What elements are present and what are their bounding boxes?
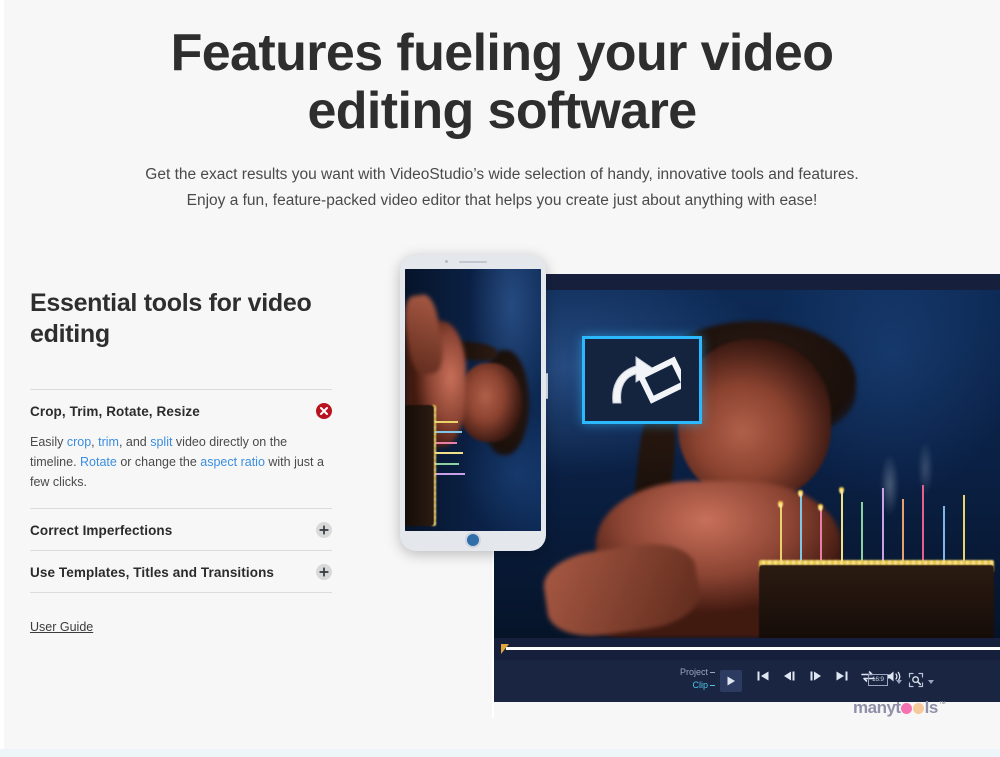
accordion-item-crop-trim-rotate-resize: Crop, Trim, Rotate, Resize Easily crop, … (30, 390, 332, 509)
hero-subtitle: Get the exact results you want with Vide… (112, 162, 892, 214)
watermark-dot-pink (901, 703, 913, 714)
page-bottom-edge (0, 749, 1000, 757)
accordion-title: Crop, Trim, Rotate, Resize (30, 403, 200, 419)
user-guide-link[interactable]: User Guide (30, 620, 93, 634)
candle (922, 484, 925, 565)
phone-candle (433, 452, 464, 455)
editor-topbar (494, 274, 1000, 290)
candle-flame (777, 498, 783, 508)
phone-subject-head (459, 363, 522, 442)
step-back-icon[interactable] (782, 670, 797, 682)
plus-circle-icon[interactable] (316, 522, 332, 538)
watermark-mid: t (895, 698, 901, 717)
phone-candle (433, 431, 463, 434)
candle (963, 495, 966, 565)
essential-tools-panel: Essential tools for video editing Crop, … (30, 288, 332, 636)
watermark-suffix: ls (924, 698, 939, 717)
phone-birthday-cake (405, 405, 434, 526)
link-aspect-ratio[interactable]: aspect ratio (200, 455, 265, 469)
skip-to-start-icon[interactable] (756, 670, 770, 682)
clip-mode-label[interactable]: Clip (680, 679, 716, 692)
hero-subtitle-line-1: Get the exact results you want with Vide… (145, 166, 859, 183)
candle (902, 498, 904, 565)
birthday-cake (759, 564, 994, 638)
accordion-item-use-templates-titles-transitions: Use Templates, Titles and Transitions (30, 551, 332, 593)
body-text-segment: , and (118, 435, 151, 449)
accordion: Crop, Trim, Rotate, Resize Easily crop, … (30, 389, 332, 593)
page-container: Features fueling your video editing soft… (4, 0, 1000, 749)
manytools-watermark: many t ls ™ (853, 698, 946, 718)
skip-to-end-icon[interactable] (835, 670, 849, 682)
timeline-scrub-bar[interactable] (506, 647, 1000, 650)
phone-rotated-clip (405, 269, 541, 531)
candle-flame (797, 488, 803, 498)
body-text-segment: or change the (116, 455, 201, 469)
aspect-ratio-badge[interactable]: 16:9 (868, 674, 888, 686)
hero-subtitle-line-2: Enjoy a fun, feature-packed video editor… (186, 192, 818, 209)
phone-candle (433, 420, 459, 423)
phone-speaker-grille (459, 261, 487, 263)
user-guide-wrapper: User Guide (30, 618, 332, 636)
accordion-header-crop-trim-rotate-resize[interactable]: Crop, Trim, Rotate, Resize (30, 390, 332, 431)
watermark-trademark: ™ (938, 701, 946, 708)
timeline-scrubber-zone[interactable] (494, 638, 1000, 660)
watermark-prefix: many (853, 698, 896, 717)
accordion-item-correct-imperfections: Correct Imperfections (30, 509, 332, 551)
preview-candle-smoke (856, 429, 969, 541)
candle (800, 495, 802, 565)
phone-screen (405, 269, 541, 531)
phone-side-button (546, 373, 548, 399)
phone-home-button[interactable] (465, 532, 481, 548)
phone-candle (433, 473, 465, 476)
phone-candle (433, 462, 460, 465)
timeline-playhead[interactable] (501, 644, 509, 654)
candle (840, 491, 843, 565)
candle (942, 505, 945, 565)
video-editor-mockup: Project Clip 16:9 (400, 250, 1000, 718)
phone-mockup (400, 255, 548, 551)
close-circle-icon[interactable] (316, 403, 332, 419)
preview-mode-toggle[interactable]: Project Clip (680, 666, 716, 692)
rotate-tool-overlay[interactable] (582, 336, 702, 424)
project-mode-label[interactable]: Project (680, 666, 716, 679)
page-title: Features fueling your video editing soft… (170, 24, 834, 140)
rotate-clip-icon (603, 351, 681, 409)
candle (881, 488, 884, 565)
accordion-header-use-templates-titles-transitions[interactable]: Use Templates, Titles and Transitions (30, 551, 332, 592)
editor-window: Project Clip 16:9 (492, 274, 1000, 718)
step-forward-icon[interactable] (808, 670, 823, 682)
candle (779, 505, 782, 565)
watermark-dot-peach (913, 703, 925, 714)
phone-camera-icon (445, 260, 449, 263)
snapshot-caret-icon[interactable] (928, 680, 934, 684)
transport-control-bar: Project Clip 16:9 (494, 660, 1000, 702)
link-trim[interactable]: trim (98, 435, 119, 449)
snapshot-icon[interactable] (908, 672, 924, 688)
candle-flame (838, 484, 844, 494)
accordion-title: Correct Imperfections (30, 522, 173, 538)
link-split[interactable]: split (150, 435, 172, 449)
phone-candle (433, 441, 457, 444)
section-title: Essential tools for video editing (30, 289, 312, 348)
body-text-segment: Easily (30, 435, 67, 449)
hero-section: Features fueling your video editing soft… (4, 24, 1000, 214)
link-crop[interactable]: crop (67, 435, 91, 449)
accordion-title: Use Templates, Titles and Transitions (30, 564, 275, 580)
accordion-body-crop-trim-rotate-resize: Easily crop, trim, and split video direc… (30, 431, 332, 508)
candle (861, 502, 864, 565)
play-icon[interactable] (720, 670, 742, 692)
aspect-ratio-caret-icon[interactable] (896, 680, 902, 684)
candle (820, 509, 823, 565)
editor-preview-pane (494, 290, 1000, 638)
plus-circle-icon[interactable] (316, 564, 332, 580)
accordion-header-correct-imperfections[interactable]: Correct Imperfections (30, 509, 332, 550)
link-rotate[interactable]: Rotate (80, 455, 117, 469)
